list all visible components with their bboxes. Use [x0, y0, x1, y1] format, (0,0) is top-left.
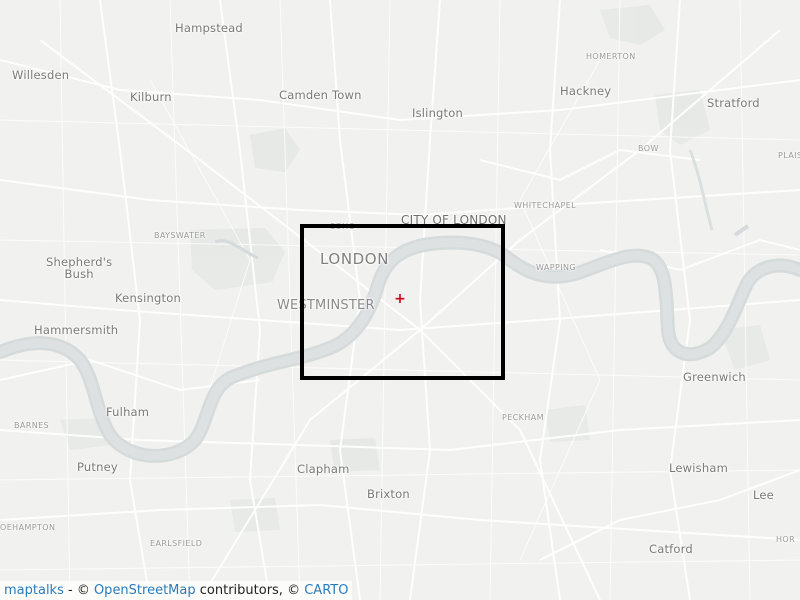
place-label-greenwich: Greenwich: [683, 370, 746, 384]
place-label-clapham: Clapham: [297, 462, 350, 476]
center-crosshair-icon: +: [394, 291, 406, 307]
place-label-lewisham: Lewisham: [669, 461, 729, 475]
place-label-islington: Islington: [412, 106, 463, 120]
place-label-stratford: Stratford: [707, 96, 760, 110]
place-label-fulham: Fulham: [106, 405, 150, 419]
openstreetmap-link[interactable]: OpenStreetMap: [94, 583, 196, 598]
place-label-bow: BOW: [638, 144, 659, 153]
place-label-catford: Catford: [649, 542, 693, 556]
maptalks-link[interactable]: maptalks: [4, 583, 64, 598]
place-label-whitechapel: WHITECHAPEL: [514, 201, 577, 210]
place-label-east-edge: HOR: [776, 535, 796, 544]
place-label-roehampton: OEHAMPTON: [0, 523, 56, 532]
place-label-hackney: Hackney: [560, 84, 612, 98]
place-label-lee: Lee: [753, 488, 774, 502]
place-label-bayswater: BAYSWATER: [154, 231, 206, 240]
place-label-wapping: WAPPING: [536, 263, 576, 272]
place-label-barnes: BARNES: [14, 421, 50, 430]
place-label-homerton: HOMERTON: [586, 52, 636, 61]
place-label-hammersmith: Hammersmith: [34, 323, 119, 337]
attribution-contributors-text: contributors, ©: [195, 583, 305, 598]
place-label-brixton: Brixton: [367, 487, 410, 501]
place-label-earlsfield: EARLSFIELD: [150, 539, 203, 548]
place-label-kilburn: Kilburn: [130, 90, 172, 104]
place-label-plaistow: PLAIS: [778, 151, 800, 160]
place-label-willesden: Willesden: [12, 68, 70, 82]
place-label-shepherds-bush: Shepherd's Bush: [46, 255, 113, 281]
place-label-kensington: Kensington: [115, 291, 181, 305]
carto-link[interactable]: CARTO: [304, 583, 348, 598]
place-label-peckham: PECKHAM: [502, 413, 544, 422]
place-label-hampstead: Hampstead: [175, 21, 243, 35]
map-canvas[interactable]: Hampstead Willesden Kilburn Camden Town …: [0, 0, 800, 600]
place-label-putney: Putney: [77, 460, 118, 474]
place-label-camden-town: Camden Town: [279, 88, 362, 102]
attribution-separator: - ©: [63, 583, 94, 598]
map-attribution: maptalks - © OpenStreetMap contributors,…: [0, 581, 353, 600]
